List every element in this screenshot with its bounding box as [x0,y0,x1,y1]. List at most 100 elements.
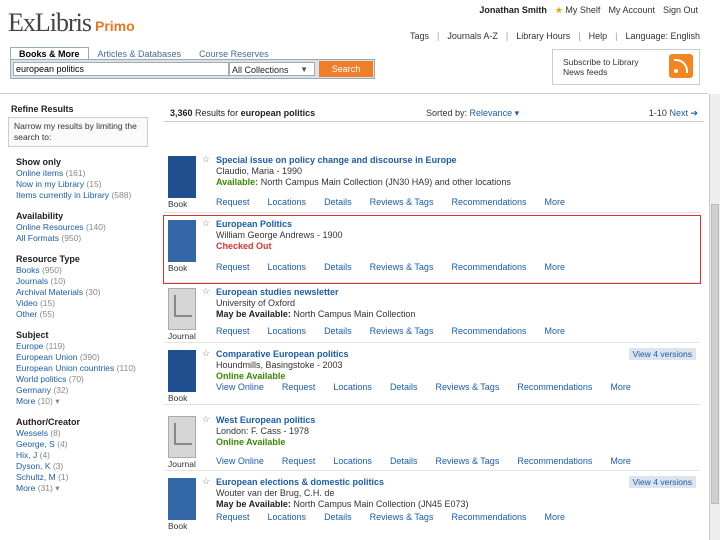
action-request[interactable]: Request [282,382,316,392]
action-recommendations[interactable]: Recommendations [451,326,526,336]
facet-item[interactable]: Video (15) [16,298,156,309]
action-more[interactable]: More [610,456,631,466]
book-cover-thumbnail[interactable] [168,220,196,262]
result-title[interactable]: Special issue on policy change and disco… [216,155,457,165]
result-title[interactable]: West European politics [216,415,315,425]
rss-icon[interactable] [669,54,693,78]
star-icon[interactable]: ☆ [202,476,210,487]
star-icon[interactable]: ☆ [202,154,210,165]
action-recommendations[interactable]: Recommendations [451,262,526,272]
action-request[interactable]: Request [216,262,250,272]
result-title[interactable]: European Politics [216,219,292,229]
nav-tags[interactable]: Tags [410,31,429,41]
journal-thumbnail[interactable] [168,416,196,458]
view-versions-link[interactable]: View 4 versions [628,348,696,360]
facet-item[interactable]: Online Resources (140) [16,222,156,233]
action-request[interactable]: Request [216,197,250,207]
action-locations[interactable]: Locations [333,456,372,466]
action-locations[interactable]: Locations [268,326,307,336]
refine-sidebar: Refine Results Narrow my results by limi… [8,104,156,494]
action-view-online[interactable]: View Online [216,382,264,392]
facet-item[interactable]: Archival Materials (30) [16,287,156,298]
action-reviews-tags[interactable]: Reviews & Tags [370,326,434,336]
facet-label: Journals [16,276,49,286]
subscribe-box[interactable]: Subscribe to Library News feeds [552,49,700,85]
facet-item[interactable]: Wessels (8) [16,428,156,439]
facet-item[interactable]: Items currently in Library (588) [16,190,156,201]
action-details[interactable]: Details [390,456,418,466]
book-cover-thumbnail[interactable] [168,478,196,520]
action-reviews-tags[interactable]: Reviews & Tags [435,456,499,466]
action-recommendations[interactable]: Recommendations [517,456,592,466]
action-more[interactable]: More [545,326,566,336]
action-request[interactable]: Request [216,512,250,522]
journal-thumbnail[interactable] [168,288,196,330]
star-icon[interactable]: ☆ [202,218,210,229]
sort-control[interactable]: Sorted by: Relevance ▾ [426,108,519,119]
facet-item[interactable]: All Formats (950) [16,233,156,244]
action-details[interactable]: Details [324,512,352,522]
next-page-link[interactable]: Next ➔ [669,108,698,118]
scrollbar-thumb[interactable] [711,204,719,504]
action-more[interactable]: More [545,197,566,207]
facet-more[interactable]: More (10) ▾ [16,396,156,407]
facet-item[interactable]: Other (55) [16,309,156,320]
nav-help[interactable]: Help [589,31,608,41]
nav-journals-az[interactable]: Journals A-Z [447,31,498,41]
action-recommendations[interactable]: Recommendations [517,382,592,392]
result-title[interactable]: European studies newsletter [216,287,339,297]
facet-item[interactable]: Online items (161) [16,168,156,179]
action-locations[interactable]: Locations [268,512,307,522]
nav-library-hours[interactable]: Library Hours [516,31,570,41]
action-request[interactable]: Request [282,456,316,466]
action-more[interactable]: More [545,262,566,272]
action-request[interactable]: Request [216,326,250,336]
facet-item[interactable]: European Union (390) [16,352,156,363]
action-locations[interactable]: Locations [268,262,307,272]
book-cover-thumbnail[interactable] [168,350,196,392]
facet-item[interactable]: World politics (70) [16,374,156,385]
facet-item[interactable]: Dyson, K (3) [16,461,156,472]
action-details[interactable]: Details [324,326,352,336]
scope-select[interactable]: All Collections ▼ [229,62,315,76]
action-reviews-tags[interactable]: Reviews & Tags [435,382,499,392]
action-more[interactable]: More [545,512,566,522]
facet-item[interactable]: Journals (10) [16,276,156,287]
facet-item[interactable]: Germany (32) [16,385,156,396]
facet-item[interactable]: Now in my Library (15) [16,179,156,190]
facet-item[interactable]: George, S (4) [16,439,156,450]
vertical-scrollbar[interactable] [709,94,720,540]
book-cover-thumbnail[interactable] [168,156,196,198]
action-locations[interactable]: Locations [268,197,307,207]
my-account-link[interactable]: My Account [608,5,655,16]
star-icon[interactable]: ☆ [202,348,210,359]
nav-language[interactable]: Language: English [625,31,700,41]
action-reviews-tags[interactable]: Reviews & Tags [370,197,434,207]
facet-item[interactable]: European Union countries (110) [16,363,156,374]
facet-item[interactable]: Schultz, M (1) [16,472,156,483]
my-shelf-link[interactable]: ★ My Shelf [555,5,601,16]
action-details[interactable]: Details [390,382,418,392]
action-view-online[interactable]: View Online [216,456,264,466]
result-title[interactable]: Comparative European politics [216,349,349,359]
result-title[interactable]: European elections & domestic politics [216,477,384,487]
exlibris-logo[interactable]: ExLibris Primo [8,8,135,38]
sign-out-link[interactable]: Sign Out [663,5,698,16]
star-icon[interactable]: ☆ [202,286,210,297]
action-recommendations[interactable]: Recommendations [451,197,526,207]
action-reviews-tags[interactable]: Reviews & Tags [370,512,434,522]
facet-item[interactable]: Books (950) [16,265,156,276]
action-reviews-tags[interactable]: Reviews & Tags [370,262,434,272]
action-locations[interactable]: Locations [333,382,372,392]
facet-item[interactable]: Hix, J (4) [16,450,156,461]
action-recommendations[interactable]: Recommendations [451,512,526,522]
action-details[interactable]: Details [324,262,352,272]
search-input[interactable] [13,62,229,76]
action-more[interactable]: More [610,382,631,392]
action-details[interactable]: Details [324,197,352,207]
facet-item[interactable]: Europe (119) [16,341,156,352]
view-versions-link[interactable]: View 4 versions [628,476,696,488]
search-button[interactable]: Search [319,61,373,77]
facet-more[interactable]: More (31) ▾ [16,483,156,494]
star-icon[interactable]: ☆ [202,414,210,425]
